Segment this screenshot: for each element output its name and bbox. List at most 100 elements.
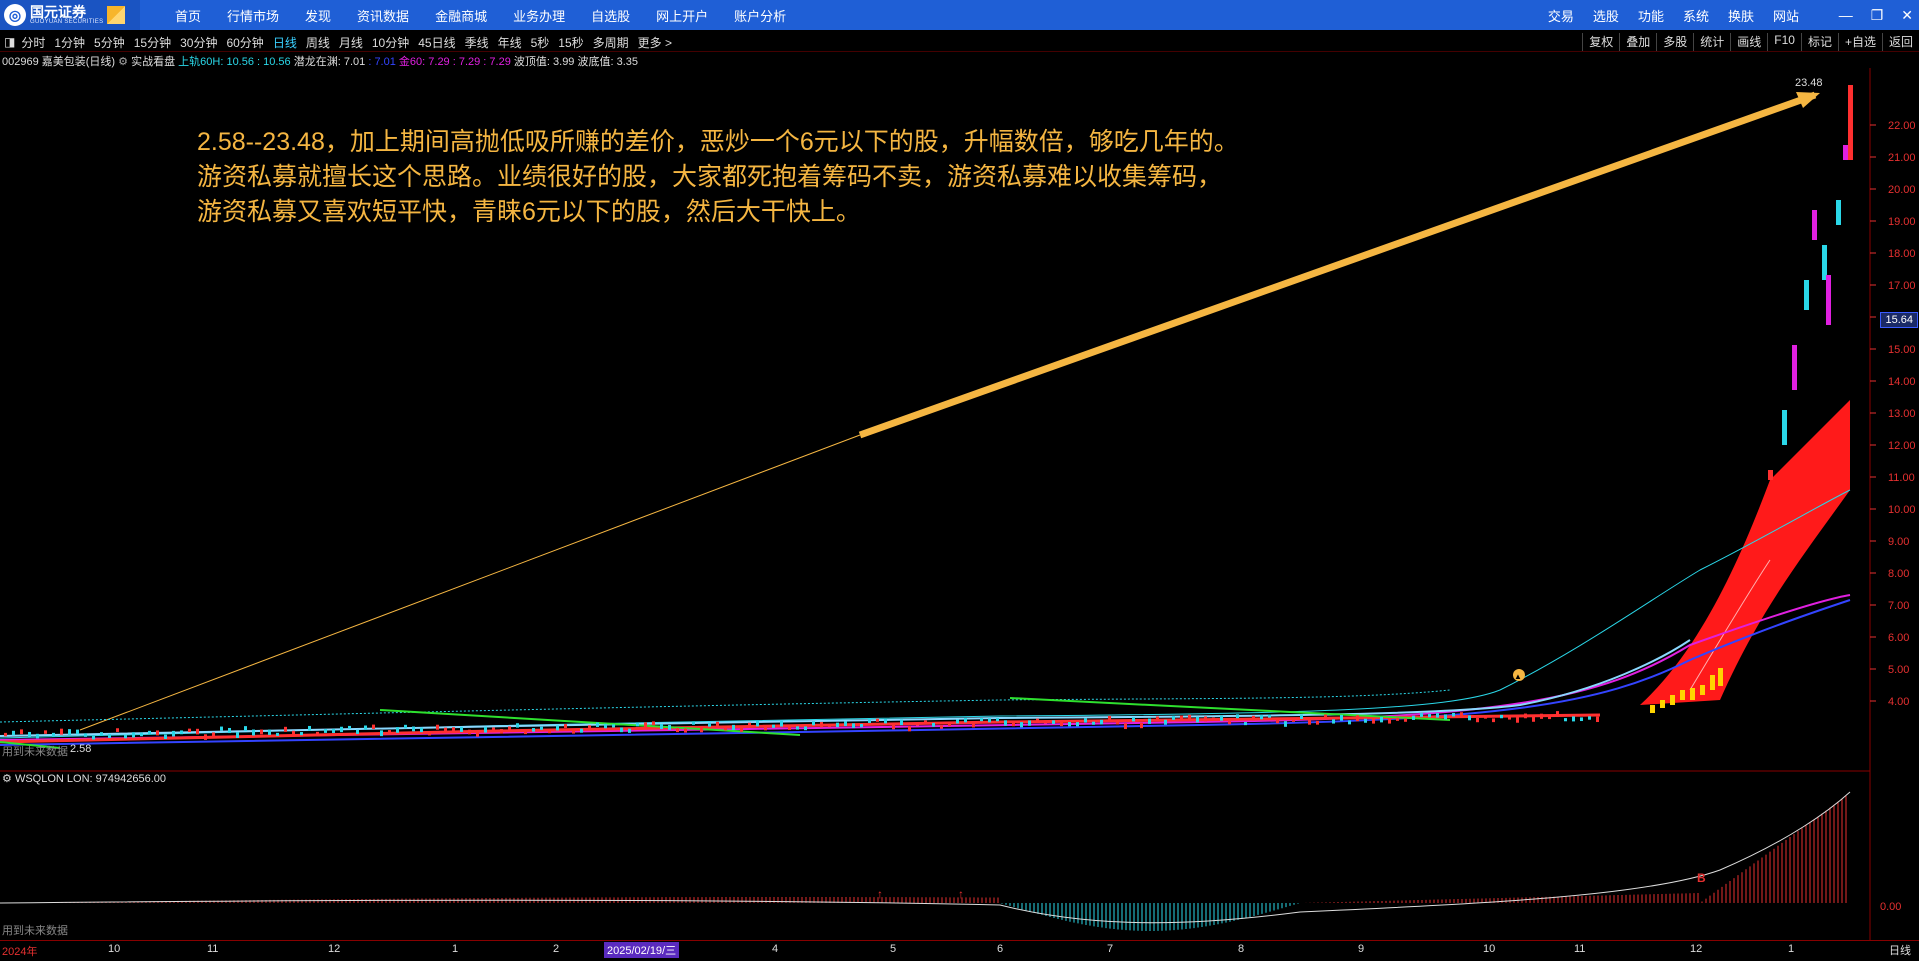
candle <box>1412 715 1415 720</box>
timeframe-tab-12[interactable]: 年线 <box>498 34 522 51</box>
candle <box>1076 722 1079 727</box>
candle <box>1380 716 1383 723</box>
close-icon[interactable]: ✕ <box>1901 7 1913 24</box>
price-axis-label: 17.00 <box>1888 280 1916 292</box>
candle <box>1782 410 1787 445</box>
candle <box>1244 722 1247 726</box>
right-nav-item-5[interactable]: 网站 <box>1773 6 1799 25</box>
nav-item-5[interactable]: 业务办理 <box>513 6 565 25</box>
indicator-settings-icon[interactable]: ⚙ <box>2 773 12 785</box>
month-label: 5 <box>890 943 897 955</box>
candle <box>1428 713 1431 718</box>
candle <box>508 726 511 732</box>
candle <box>804 726 807 731</box>
stock-title[interactable]: 002969 嘉美包装(日线) <box>2 56 115 68</box>
panel-toggle-icon[interactable]: ◨ <box>4 35 15 49</box>
candle <box>1492 718 1495 723</box>
timeframe-tab-1[interactable]: 1分钟 <box>54 34 85 51</box>
timeframe-tab-9[interactable]: 10分钟 <box>372 34 409 51</box>
timeframe-tab-16[interactable]: 更多 > <box>638 34 672 51</box>
candle <box>988 718 991 723</box>
brand-english: GUOYUAN SECURITIES <box>30 18 104 25</box>
toolbar-button-4[interactable]: 画线 <box>1730 33 1767 51</box>
timeframe-tab-3[interactable]: 15分钟 <box>134 34 171 51</box>
candle <box>332 728 335 733</box>
timeframe-tab-10[interactable]: 45日线 <box>418 34 455 51</box>
candle <box>1690 688 1695 700</box>
timeframe-tab-6[interactable]: 日线 <box>273 34 297 51</box>
timeframe-tab-14[interactable]: 15秒 <box>558 34 583 51</box>
candle <box>1180 715 1183 720</box>
timeframe-tab-11[interactable]: 季线 <box>465 34 489 51</box>
candle <box>1572 716 1575 722</box>
candle <box>1036 718 1039 723</box>
toolbar-button-2[interactable]: 多股 <box>1656 33 1693 51</box>
month-label: 4 <box>772 943 779 955</box>
candle <box>1236 714 1239 719</box>
nav-item-8[interactable]: 账户分析 <box>734 6 786 25</box>
candle <box>1460 712 1463 717</box>
right-nav-item-2[interactable]: 功能 <box>1638 6 1664 25</box>
nav-item-4[interactable]: 金融商城 <box>435 6 487 25</box>
timeframe-tab-2[interactable]: 5分钟 <box>94 34 125 51</box>
nav-item-6[interactable]: 自选股 <box>591 6 630 25</box>
right-nav-item-0[interactable]: 交易 <box>1548 6 1574 25</box>
timeframe-tab-13[interactable]: 5秒 <box>531 34 550 51</box>
month-label: 9 <box>1358 943 1365 955</box>
right-nav-item-1[interactable]: 选股 <box>1593 6 1619 25</box>
toolbar-button-3[interactable]: 统计 <box>1693 33 1730 51</box>
mode-label[interactable]: 实战看盘 <box>131 56 175 68</box>
candle <box>1220 715 1223 721</box>
timeframe-tab-4[interactable]: 30分钟 <box>180 34 217 51</box>
minimize-icon[interactable]: — <box>1839 7 1853 23</box>
timeframe-tab-8[interactable]: 月线 <box>339 34 363 51</box>
candle <box>1768 470 1773 480</box>
candle <box>388 730 391 734</box>
candle <box>1156 716 1159 722</box>
timeframe-tab-0[interactable]: 分时 <box>21 34 45 51</box>
candle <box>724 726 727 731</box>
candle <box>1596 716 1599 723</box>
timeframe-tab-15[interactable]: 多周期 <box>593 34 629 51</box>
candle <box>4 732 7 737</box>
nav-item-3[interactable]: 资讯数据 <box>357 6 409 25</box>
price-axis-label: 22.00 <box>1888 120 1916 132</box>
candle <box>1276 718 1279 724</box>
candle <box>1108 715 1111 721</box>
brand-logo[interactable]: ◎ 国元证券 GUOYUAN SECURITIES <box>0 0 140 30</box>
month-label: 11 <box>207 943 219 955</box>
candle <box>1718 668 1723 686</box>
candle <box>604 723 607 729</box>
toolbar-button-6[interactable]: 标记 <box>1800 33 1838 51</box>
toolbar-button-1[interactable]: 叠加 <box>1619 33 1656 51</box>
toolbar-button-7[interactable]: +自选 <box>1837 33 1882 51</box>
right-nav-item-4[interactable]: 换肤 <box>1728 6 1754 25</box>
candle <box>1308 719 1311 725</box>
indicator-name[interactable]: WSQLON <box>15 773 64 785</box>
period-label[interactable]: 日线 <box>1889 942 1911 958</box>
toolbar-button-5[interactable]: F10 <box>1767 33 1801 51</box>
toolbar-button-8[interactable]: 返回 <box>1881 33 1919 51</box>
candle <box>580 728 583 733</box>
maximize-icon[interactable]: ❐ <box>1871 7 1884 24</box>
indicator-label[interactable]: ⚙ WSQLON LON: 974942656.00 <box>2 772 166 785</box>
settings-icon[interactable]: ⚙ <box>118 56 128 68</box>
candle <box>1332 719 1335 724</box>
nav-item-7[interactable]: 网上开户 <box>656 6 708 25</box>
nav-item-1[interactable]: 行情市场 <box>227 6 279 25</box>
toolbar-button-0[interactable]: 复权 <box>1582 33 1619 51</box>
nav-item-2[interactable]: 发现 <box>305 6 331 25</box>
candle <box>356 729 359 734</box>
candle <box>340 726 343 733</box>
candle <box>1396 717 1399 721</box>
month-label: 10 <box>1483 943 1496 955</box>
candle <box>1044 720 1047 724</box>
nav-item-0[interactable]: 首页 <box>175 6 201 25</box>
candle <box>772 724 775 728</box>
candle <box>460 726 463 732</box>
timeframe-tab-5[interactable]: 60分钟 <box>226 34 263 51</box>
right-nav-item-3[interactable]: 系统 <box>1683 6 1709 25</box>
svg-text:▲: ▲ <box>1514 672 1522 681</box>
timeframe-tab-7[interactable]: 周线 <box>306 34 330 51</box>
candle <box>412 726 415 732</box>
